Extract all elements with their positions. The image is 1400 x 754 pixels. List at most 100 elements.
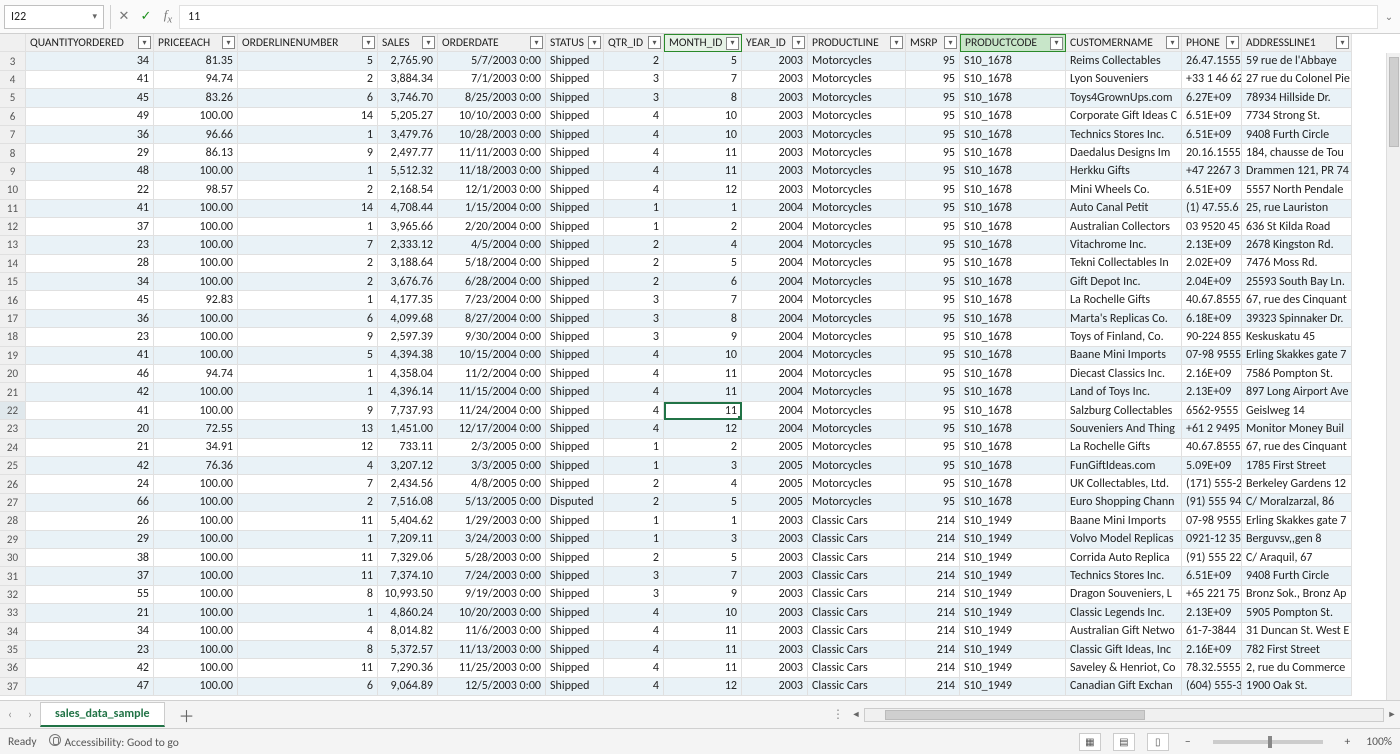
cell[interactable]: 5,512.32 [378, 163, 438, 181]
cell[interactable]: 3,479.76 [378, 126, 438, 144]
column-header-pline[interactable]: PRODUCTLINE▾ [808, 34, 906, 52]
cell[interactable]: Shipped [546, 586, 604, 604]
cell[interactable]: Classic Cars [808, 549, 906, 567]
cell[interactable]: 3 [604, 567, 664, 585]
filter-dropdown-icon[interactable]: ▾ [138, 36, 151, 49]
cell[interactable]: S10_1678 [960, 52, 1066, 70]
cell[interactable]: 2678 Kingston Rd. [1242, 236, 1352, 254]
cell[interactable]: Corporate Gift Ideas C [1066, 108, 1182, 126]
cell[interactable]: 7476 Moss Rd. [1242, 255, 1352, 273]
cell[interactable]: 1 [604, 512, 664, 530]
cell[interactable]: 4,860.24 [378, 604, 438, 622]
cell[interactable]: 1 [664, 200, 742, 218]
cell[interactable]: S10_1678 [960, 71, 1066, 89]
cell[interactable]: Classic Cars [808, 567, 906, 585]
cell[interactable]: 78.32.5555 [1182, 659, 1242, 677]
cell[interactable]: Bronz Sok., Bronz Ap [1242, 586, 1352, 604]
cell[interactable]: Motorcycles [808, 328, 906, 346]
row-header[interactable]: 31 [0, 567, 26, 585]
cell[interactable]: Shipped [546, 457, 604, 475]
cell[interactable]: S10_1678 [960, 163, 1066, 181]
cell[interactable]: Shipped [546, 310, 604, 328]
cell[interactable]: 2 [238, 494, 378, 512]
cell[interactable]: 10/28/2003 0:00 [438, 126, 546, 144]
chevron-down-icon[interactable]: ▾ [92, 11, 97, 22]
cell[interactable]: 100.00 [154, 586, 238, 604]
cell[interactable]: Vitachrome Inc. [1066, 236, 1182, 254]
cell[interactable]: 9408 Furth Circle [1242, 567, 1352, 585]
cell[interactable]: 4 [604, 641, 664, 659]
cell[interactable]: 733.11 [378, 439, 438, 457]
cell[interactable]: 6 [238, 89, 378, 107]
cell[interactable]: S10_1678 [960, 291, 1066, 309]
cell[interactable]: 03 9520 45 [1182, 218, 1242, 236]
cell[interactable]: 24 [26, 475, 154, 493]
spreadsheet-grid[interactable]: QUANTITYORDERED▾PRICEEACH▾ORDERLINENUMBE… [0, 34, 1400, 700]
cell[interactable]: 42 [26, 383, 154, 401]
cell[interactable]: 59 rue de l'Abbaye [1242, 52, 1352, 70]
cell[interactable]: 5 [664, 549, 742, 567]
cell[interactable]: 4 [238, 457, 378, 475]
cell[interactable]: Shipped [546, 347, 604, 365]
cell[interactable]: 2003 [742, 52, 808, 70]
cell[interactable]: 4 [604, 420, 664, 438]
fx-icon[interactable]: fx [157, 5, 179, 29]
cell[interactable]: 83.26 [154, 89, 238, 107]
cell[interactable]: Erling Skakkes gate 7 [1242, 347, 1352, 365]
hscroll-left-icon[interactable]: ◄ [848, 709, 864, 720]
cell[interactable]: 1 [604, 218, 664, 236]
cell[interactable]: 11 [664, 623, 742, 641]
cell[interactable]: Reims Collectables [1066, 52, 1182, 70]
cell[interactable]: 95 [906, 126, 960, 144]
filter-dropdown-icon[interactable]: ▾ [1166, 36, 1179, 49]
cell[interactable]: 2,597.39 [378, 328, 438, 346]
cell[interactable]: 100.00 [154, 347, 238, 365]
cell[interactable]: 4,708.44 [378, 200, 438, 218]
cell[interactable]: 214 [906, 659, 960, 677]
cell[interactable]: 2003 [742, 512, 808, 530]
cell[interactable]: 11 [238, 512, 378, 530]
cell[interactable]: 7586 Pompton St. [1242, 365, 1352, 383]
cell[interactable]: 2003 [742, 678, 808, 696]
cell[interactable]: C/ Araquil, 67 [1242, 549, 1352, 567]
cell[interactable]: Technics Stores Inc. [1066, 567, 1182, 585]
cell[interactable]: 11 [664, 365, 742, 383]
cell[interactable]: 7 [664, 291, 742, 309]
cell[interactable]: 20 [26, 420, 154, 438]
filter-dropdown-icon[interactable]: ▾ [422, 36, 435, 49]
cell[interactable]: S10_1678 [960, 108, 1066, 126]
row-header[interactable]: 35 [0, 641, 26, 659]
cell[interactable]: 1 [664, 512, 742, 530]
cell[interactable]: Classic Cars [808, 678, 906, 696]
cell[interactable]: Shipped [546, 512, 604, 530]
cell[interactable]: 90-224 855 [1182, 328, 1242, 346]
cell[interactable]: 1 [238, 126, 378, 144]
row-header[interactable]: 27 [0, 494, 26, 512]
cell[interactable]: 4 [604, 365, 664, 383]
cell[interactable]: 29 [26, 144, 154, 162]
cell[interactable]: 7,209.11 [378, 531, 438, 549]
column-header-price[interactable]: PRICEEACH▾ [154, 34, 238, 52]
cell[interactable]: 67, rue des Cinquant [1242, 439, 1352, 457]
cell[interactable]: 7734 Strong St. [1242, 108, 1352, 126]
column-header-year[interactable]: YEAR_ID▾ [742, 34, 808, 52]
cell[interactable]: 5,205.27 [378, 108, 438, 126]
cell[interactable]: 11 [238, 567, 378, 585]
cell[interactable]: 10/15/2004 0:00 [438, 347, 546, 365]
cell[interactable]: 45 [26, 291, 154, 309]
cell[interactable]: Shipped [546, 200, 604, 218]
cell[interactable]: 100.00 [154, 659, 238, 677]
cell[interactable]: S10_1678 [960, 89, 1066, 107]
name-box[interactable]: I22 ▾ [4, 5, 104, 29]
cell[interactable]: 7,374.10 [378, 567, 438, 585]
cell[interactable]: 1,451.00 [378, 420, 438, 438]
cell[interactable]: 6.18E+09 [1182, 310, 1242, 328]
cell[interactable]: 5557 North Pendale [1242, 181, 1352, 199]
cell[interactable]: 6.51E+09 [1182, 181, 1242, 199]
cell[interactable]: 11/13/2003 0:00 [438, 641, 546, 659]
cell[interactable]: Land of Toys Inc. [1066, 383, 1182, 401]
cell[interactable]: S10_1678 [960, 236, 1066, 254]
cell[interactable]: Shipped [546, 181, 604, 199]
cell[interactable]: Motorcycles [808, 89, 906, 107]
cell[interactable]: 2 [604, 494, 664, 512]
